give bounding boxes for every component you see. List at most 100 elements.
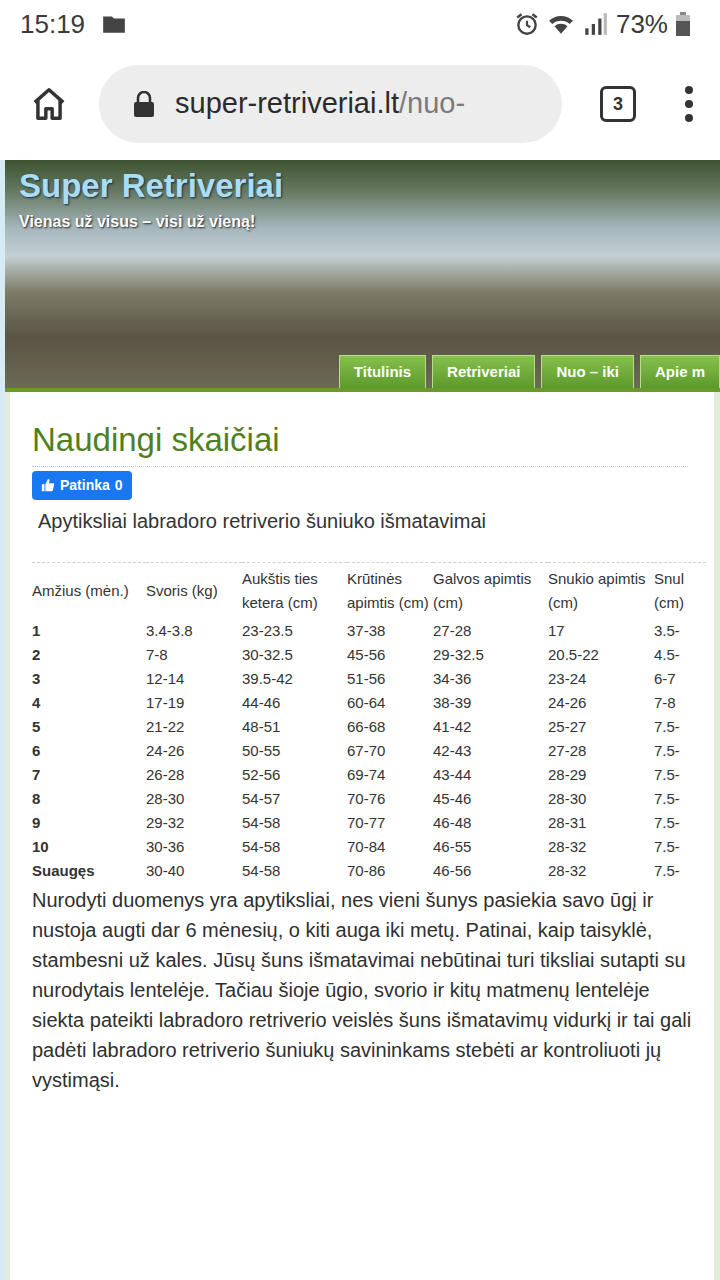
column-header: Snukio apimtis (cm) <box>548 562 654 619</box>
table-cell: 51-56 <box>347 667 433 691</box>
home-icon[interactable] <box>30 85 68 123</box>
table-cell: 70-86 <box>347 859 433 883</box>
table-cell: 7.5- <box>654 859 706 883</box>
table-cell: 3.4-3.8 <box>146 619 242 643</box>
table-cell: 54-57 <box>242 787 347 811</box>
table-cell: 69-74 <box>347 763 433 787</box>
table-cell: 45-56 <box>347 643 433 667</box>
table-cell: 7.5- <box>654 811 706 835</box>
url[interactable]: super-retriveriai.lt/nuo- <box>175 82 465 126</box>
table-row: 312-1439.5-4251-5634-3623-246-7 <box>32 667 706 691</box>
table-cell: 23-23.5 <box>242 619 347 643</box>
table-cell: 46-56 <box>433 859 548 883</box>
table-cell: 3 <box>32 667 146 691</box>
content: Naudingi skaičiaiPatinka0Apytiksliai lab… <box>10 392 714 1280</box>
table-cell: 29-32 <box>146 811 242 835</box>
alarm-icon <box>514 11 540 37</box>
table-cell: 7.5- <box>654 787 706 811</box>
table-cell: 30-32.5 <box>242 643 347 667</box>
address-bar[interactable]: super-retriveriai.lt/nuo- <box>99 65 562 143</box>
wifi-icon <box>548 11 574 37</box>
table-cell: 17 <box>548 619 654 643</box>
site-tagline: Vienas už visus – visi už vieną! <box>19 210 720 234</box>
table-cell: 28-30 <box>548 787 654 811</box>
table-cell: 54-58 <box>242 835 347 859</box>
table-cell: 29-32.5 <box>433 643 548 667</box>
like-button[interactable]: Patinka0 <box>32 471 132 500</box>
table-cell: 5 <box>32 715 146 739</box>
site-banner: Super Retriveriai Vienas už visus – visi … <box>5 160 720 392</box>
table-cell: 27-28 <box>548 739 654 763</box>
table-cell: 21-22 <box>146 715 242 739</box>
site-nav: TitulinisRetriveriaiNuo – ikiApie m <box>339 355 720 389</box>
browser-toolbar: super-retriveriai.lt/nuo- 3 <box>0 48 720 160</box>
table-cell: 30-36 <box>146 835 242 859</box>
table-row: 521-2248-5166-6841-4225-277.5- <box>32 715 706 739</box>
menu-dots-icon[interactable] <box>684 85 694 123</box>
table-cell: 9 <box>32 811 146 835</box>
site-title[interactable]: Super Retriveriai <box>19 168 720 204</box>
table-cell: 37-38 <box>347 619 433 643</box>
table-cell: 4.5- <box>654 643 706 667</box>
column-header: Amžius (mėn.) <box>32 562 146 619</box>
column-header: Krūtinės apimtis (cm) <box>347 562 433 619</box>
status-bar: 15:19 73% <box>0 0 720 48</box>
table-cell: 60-64 <box>347 691 433 715</box>
url-host: super-retriveriai.lt <box>175 87 399 119</box>
table-cell: 4 <box>32 691 146 715</box>
table-cell: 44-46 <box>242 691 347 715</box>
table-row: 929-3254-5870-7746-4828-317.5- <box>32 811 706 835</box>
table-cell: 70-77 <box>347 811 433 835</box>
table-cell: 6 <box>32 739 146 763</box>
table-cell: 7.5- <box>654 763 706 787</box>
table-cell: 41-42 <box>433 715 548 739</box>
table-cell: 7.5- <box>654 739 706 763</box>
column-header: Snul (cm) <box>654 562 706 619</box>
signal-icon <box>582 11 608 37</box>
table-row: 726-2852-5669-7443-4428-297.5- <box>32 763 706 787</box>
table-cell: 8 <box>32 787 146 811</box>
table-cell: 28-29 <box>548 763 654 787</box>
table-cell: 30-40 <box>146 859 242 883</box>
table-cell: 1 <box>32 619 146 643</box>
table-cell: 6-7 <box>654 667 706 691</box>
like-count: 0 <box>115 475 123 496</box>
folder-icon <box>101 11 127 37</box>
nav-tab[interactable]: Nuo – iki <box>541 355 634 389</box>
table-cell: Suaugęs <box>32 859 146 883</box>
table-cell: 27-28 <box>433 619 548 643</box>
table-cell: 46-55 <box>433 835 548 859</box>
nav-tab[interactable]: Retriveriai <box>432 355 535 389</box>
table-cell: 66-68 <box>347 715 433 739</box>
table-row: 417-1944-4660-6438-3924-267-8 <box>32 691 706 715</box>
clock: 15:19 <box>20 5 85 44</box>
like-label: Patinka <box>60 475 110 496</box>
table-row: 27-830-32.545-5629-32.520.5-224.5- <box>32 643 706 667</box>
table-row: 1030-3654-5870-8446-5528-327.5- <box>32 835 706 859</box>
table-cell: 23-24 <box>548 667 654 691</box>
web-page: Super Retriveriai Vienas už visus – visi … <box>0 160 720 1280</box>
table-cell: 70-84 <box>347 835 433 859</box>
table-cell: 7.5- <box>654 835 706 859</box>
table-cell: 45-46 <box>433 787 548 811</box>
table-cell: 24-26 <box>146 739 242 763</box>
table-cell: 2 <box>32 643 146 667</box>
table-cell: 7 <box>32 763 146 787</box>
battery-icon <box>676 11 702 37</box>
status-icons: 73% <box>514 5 702 44</box>
table-cell: 42-43 <box>433 739 548 763</box>
page-subtitle: Apytiksliai labradoro retriverio šuniuko… <box>38 506 714 536</box>
table-cell: 7.5- <box>654 715 706 739</box>
table-cell: 17-19 <box>146 691 242 715</box>
measurements-table: Amžius (mėn.)Svoris (kg)Aukštis ties ket… <box>32 562 706 883</box>
nav-tab[interactable]: Titulinis <box>339 355 426 389</box>
table-cell: 39.5-42 <box>242 667 347 691</box>
table-cell: 67-70 <box>347 739 433 763</box>
table-cell: 54-58 <box>242 811 347 835</box>
tab-switcher[interactable]: 3 <box>600 86 636 122</box>
nav-tab[interactable]: Apie m <box>640 355 720 389</box>
page-note: Nurodyti duomenys yra apytiksliai, nes v… <box>32 885 692 1095</box>
table-cell: 46-48 <box>433 811 548 835</box>
header-row: Amžius (mėn.)Svoris (kg)Aukštis ties ket… <box>32 562 706 619</box>
table-cell: 28-31 <box>548 811 654 835</box>
